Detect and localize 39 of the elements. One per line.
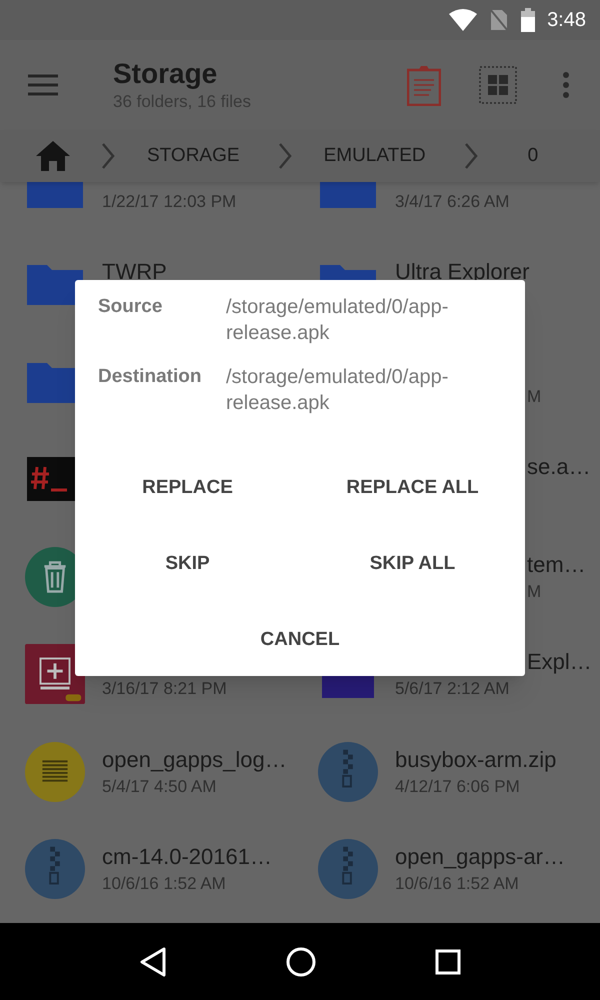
file-name: open_gapps-ar… — [395, 843, 566, 872]
zip-file-icon — [318, 740, 378, 803]
file-name: open_gapps_log… — [102, 746, 287, 774]
battery-icon — [521, 8, 536, 32]
no-sim-icon — [489, 8, 510, 32]
back-icon[interactable] — [139, 946, 168, 976]
grid-view-icon[interactable] — [479, 66, 517, 104]
field-value: /storage/emulated/0/app-release.apk — [226, 295, 450, 346]
screen-title: Storage — [113, 57, 218, 91]
clipboard-icon[interactable] — [407, 64, 441, 106]
field-label: Destination — [98, 365, 202, 389]
file-name: busybox-arm.zip — [395, 746, 556, 774]
field-value: /storage/emulated/0/app-release.apk — [226, 365, 450, 416]
file-name: tem… — [527, 550, 586, 579]
dialog-button[interactable]: REPLACE — [126, 466, 249, 510]
app-icon — [25, 643, 85, 706]
file-name: Expl… — [527, 648, 592, 676]
clock-time: 3:48 — [547, 8, 586, 33]
file-name: cm-14.0-20161… — [102, 843, 272, 872]
document-icon — [25, 740, 85, 803]
chevron-icon — [101, 142, 115, 170]
chevron-icon — [278, 142, 292, 170]
file-name: Ultra Explorer — [395, 258, 530, 286]
file-name: se.a… — [527, 453, 591, 482]
file-name: TWRP — [102, 258, 167, 286]
dialog-button[interactable]: SKIP — [149, 542, 226, 586]
dialog-button[interactable]: REPLACE ALL — [330, 466, 495, 510]
field-label: Source — [98, 295, 164, 319]
recents-icon[interactable] — [434, 948, 461, 974]
dialog-button[interactable]: SKIP ALL — [354, 542, 472, 586]
menu-icon[interactable] — [28, 74, 58, 96]
dialog-button[interactable]: CANCEL — [244, 618, 356, 662]
chevron-icon — [464, 142, 478, 170]
more-options-icon[interactable] — [562, 72, 570, 98]
zip-file-icon — [25, 838, 85, 900]
home-circle-icon[interactable] — [286, 946, 316, 976]
wifi-icon — [449, 9, 478, 31]
zip-file-icon — [318, 838, 378, 900]
home-icon[interactable] — [35, 140, 71, 172]
